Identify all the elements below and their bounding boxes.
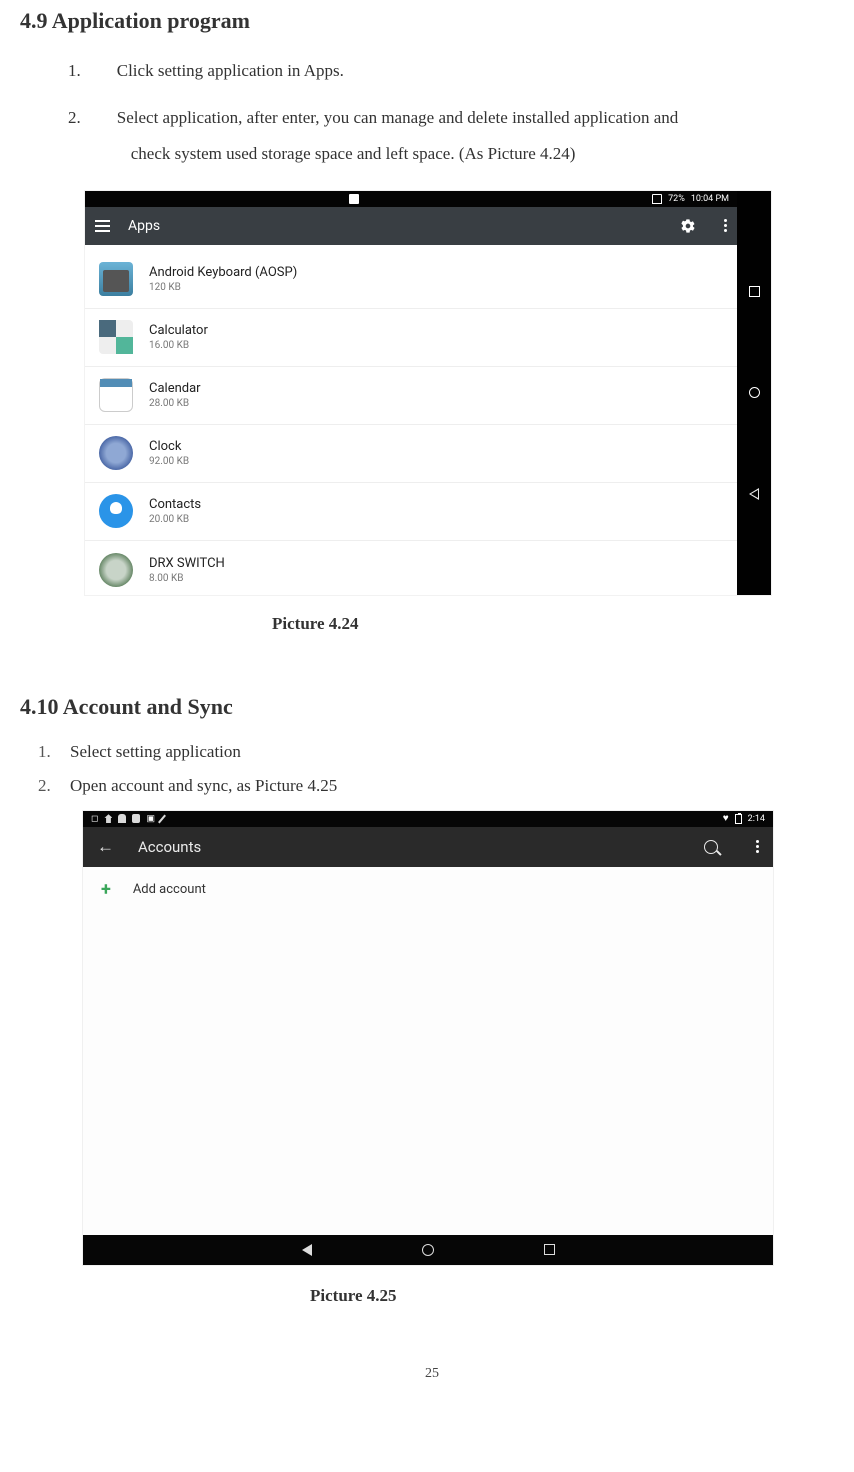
app-bar-title: Accounts (138, 838, 680, 856)
recent-apps-icon[interactable] (544, 1244, 555, 1255)
list-text: Select setting application (70, 742, 241, 762)
app-bar-title: Apps (128, 218, 662, 234)
figure-caption-4-24: Picture 4.24 (272, 614, 844, 634)
app-row-keyboard[interactable]: Android Keyboard (AOSP) 120 KB (85, 251, 737, 309)
list-text-line2: check system used storage space and left… (117, 139, 679, 170)
contacts-icon (99, 494, 133, 528)
apps-list[interactable]: Android Keyboard (AOSP) 120 KB Calculato… (85, 245, 737, 595)
usb-icon (104, 814, 112, 823)
app-row-calculator[interactable]: Calculator 16.00 KB (85, 309, 737, 367)
app-bar: Apps (85, 207, 737, 245)
figure-caption-4-25: Picture 4.25 (310, 1286, 844, 1306)
status-time: 10:04 PM (691, 194, 729, 204)
app-name: DRX SWITCH (149, 556, 225, 571)
tab-indicator-icon (349, 194, 359, 204)
overflow-menu-icon[interactable] (724, 219, 727, 232)
battery-percent: 72% (668, 194, 685, 204)
back-icon[interactable] (302, 1244, 312, 1256)
app-size: 16.00 KB (149, 340, 208, 351)
status-bar: 72% 10:04 PM (85, 191, 737, 207)
lock-icon (132, 814, 140, 823)
app-row-drx[interactable]: DRX SWITCH 8.00 KB (85, 541, 737, 599)
app-name: Calendar (149, 381, 201, 396)
magic-icon (158, 814, 166, 823)
gear-icon[interactable] (680, 218, 696, 234)
app-size: 20.00 KB (149, 514, 201, 525)
app-bar: ← Accounts (83, 827, 773, 867)
section-4-10-list: 1. Select setting application 2. Open ac… (38, 742, 844, 796)
calculator-icon (99, 320, 133, 354)
page-number: 25 (20, 1366, 844, 1382)
accounts-body: + Add account (83, 867, 773, 1235)
list-number: 1. (68, 56, 81, 87)
list-text: Click setting application in Apps. (117, 56, 344, 87)
app-name: Contacts (149, 497, 201, 512)
system-nav-bar-vertical (737, 191, 771, 595)
plus-icon: + (101, 879, 111, 900)
list-number: 2. (68, 103, 81, 170)
system-nav-bar (83, 1235, 773, 1265)
add-account-row[interactable]: + Add account (83, 867, 773, 912)
list-item: 2. Open account and sync, as Picture 4.2… (38, 776, 844, 796)
list-item: 2. Select application, after enter, you … (68, 103, 844, 170)
app-name: Android Keyboard (AOSP) (149, 265, 297, 280)
home-icon[interactable] (749, 387, 760, 398)
app-name: Calculator (149, 323, 208, 338)
keyboard-icon (99, 262, 133, 296)
list-number: 2. (38, 776, 56, 796)
section-4-10-heading: 4.10 Account and Sync (20, 694, 844, 720)
clock-icon (99, 436, 133, 470)
app-row-clock[interactable]: Clock 92.00 KB (85, 425, 737, 483)
list-text-line1: Select application, after enter, you can… (117, 108, 679, 127)
app-row-contacts[interactable]: Contacts 20.00 KB (85, 483, 737, 541)
recent-apps-icon[interactable] (749, 286, 760, 297)
wifi-icon: ♥ (723, 813, 729, 824)
section-4-9-heading: 4.9 Application program (20, 8, 844, 34)
list-item: 1. Select setting application (38, 742, 844, 762)
drx-icon (99, 553, 133, 587)
back-icon[interactable] (749, 488, 759, 500)
back-arrow-icon[interactable]: ← (97, 837, 114, 857)
battery-icon (735, 814, 742, 824)
screenshot-icon: ▣ (146, 814, 155, 824)
app-size: 120 KB (149, 282, 297, 293)
status-time: 2:14 (748, 814, 765, 824)
app-row-calendar[interactable]: Calendar 28.00 KB (85, 367, 737, 425)
app-size: 92.00 KB (149, 456, 189, 467)
notification-icon: ◻ (91, 814, 98, 824)
status-bar: ◻ ▣ ♥ 2:14 (83, 811, 773, 827)
overflow-menu-icon[interactable] (756, 840, 759, 853)
sd-card-icon (652, 194, 662, 204)
search-icon[interactable] (704, 840, 718, 854)
bell-icon (118, 814, 126, 823)
list-text: Open account and sync, as Picture 4.25 (70, 776, 337, 796)
app-name: Clock (149, 439, 189, 454)
hamburger-icon[interactable] (95, 220, 110, 232)
screenshot-accounts: ◻ ▣ ♥ 2:14 ← Accounts + Add account (82, 810, 774, 1266)
section-4-9-list: 1. Click setting application in Apps. 2.… (68, 56, 844, 170)
app-size: 28.00 KB (149, 398, 201, 409)
screenshot-apps: 72% 10:04 PM Apps Android Keyboard (AOSP… (84, 190, 772, 596)
list-item: 1. Click setting application in Apps. (68, 56, 844, 87)
list-text: Select application, after enter, you can… (117, 103, 679, 170)
calendar-icon (99, 378, 133, 412)
add-account-label: Add account (133, 882, 206, 897)
home-icon[interactable] (422, 1244, 434, 1256)
list-number: 1. (38, 742, 56, 762)
app-size: 8.00 KB (149, 573, 225, 584)
